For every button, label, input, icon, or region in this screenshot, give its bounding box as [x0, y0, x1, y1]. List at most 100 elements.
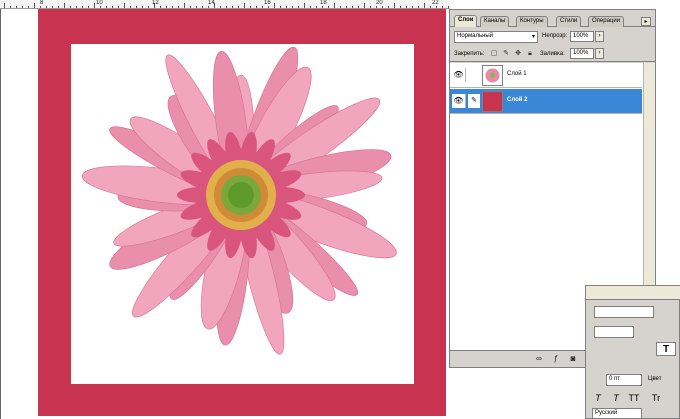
ruler-tick: [286, 6, 287, 8]
fill-input[interactable]: 100%: [570, 48, 594, 59]
faux-italic-button[interactable]: T: [610, 392, 622, 404]
tab-paths[interactable]: Контуры: [516, 16, 548, 27]
ruler-tick: [322, 6, 323, 8]
lock-brush-icon[interactable]: ✎: [502, 49, 510, 58]
tab-layers[interactable]: Слои: [454, 15, 478, 27]
ruler-tick: [64, 3, 65, 8]
ruler-tick: [280, 6, 281, 8]
font-field[interactable]: [594, 306, 654, 318]
ruler-tick: [358, 6, 359, 8]
language-select[interactable]: Русский: [592, 408, 642, 419]
ruler-tick: [418, 6, 419, 8]
lock-all-icon[interactable]: 🔒︎: [526, 49, 534, 58]
canvas-edge: [0, 9, 1, 419]
ruler-tick: [304, 3, 305, 8]
blend-mode-value: Нормальный: [457, 33, 494, 39]
tab-actions[interactable]: Операции: [588, 16, 625, 27]
lock-move-icon[interactable]: ✥: [514, 49, 522, 58]
ruler-tick: [250, 6, 251, 8]
ruler-tick: [46, 6, 47, 8]
text-tool-icon[interactable]: T: [656, 342, 676, 356]
chevron-down-icon: ▾: [531, 34, 535, 40]
ruler-tick: [118, 6, 119, 8]
character-panel-titlebar[interactable]: [586, 286, 680, 300]
panel-tabs: Слои Каналы Контуры Стили Операции ▸: [450, 10, 655, 27]
ruler-tick: [370, 6, 371, 8]
font-style-field[interactable]: [594, 326, 634, 338]
layer-thumbnail: [482, 65, 503, 86]
ruler-tick: [208, 6, 209, 8]
eye-icon[interactable]: 👁︎: [452, 94, 466, 108]
layer-thumbnail: [482, 91, 503, 112]
ruler-tick: [178, 6, 179, 8]
layer-name[interactable]: Слой 1: [507, 71, 527, 77]
ruler-tick: [340, 6, 341, 8]
tab-styles[interactable]: Стили: [556, 16, 582, 27]
faux-bold-button[interactable]: T: [592, 392, 604, 404]
link-slot[interactable]: [468, 68, 480, 82]
ruler-label: 8: [40, 0, 44, 6]
ruler-tick: [310, 6, 311, 8]
ruler-tick: [94, 3, 95, 8]
ruler-tick: [442, 6, 443, 8]
small-caps-button[interactable]: Tr: [650, 392, 662, 404]
ruler-tick: [40, 6, 41, 8]
lock-transparency-icon[interactable]: ▢: [490, 49, 498, 58]
ruler-tick: [244, 3, 245, 8]
ruler-tick: [88, 6, 89, 8]
color-label: Цвет: [648, 376, 662, 382]
eye-icon[interactable]: 👁︎: [452, 68, 466, 82]
ruler-tick: [394, 3, 395, 8]
ruler-tick: [106, 6, 107, 8]
ruler-tick: [52, 6, 53, 8]
layer-style-icon[interactable]: ƒ: [551, 354, 561, 364]
ruler-tick: [346, 6, 347, 8]
ruler-tick: [82, 6, 83, 8]
size-field[interactable]: 0 пт: [606, 374, 642, 386]
layer-row-2[interactable]: 👁︎ ✎ Слой 2: [450, 89, 642, 114]
opacity-arrow-icon[interactable]: ›: [595, 31, 604, 42]
mask-icon[interactable]: ◙: [568, 354, 578, 364]
ruler-tick: [424, 3, 425, 8]
ruler-tick: [28, 6, 29, 8]
ruler-tick: [262, 6, 263, 8]
ruler-tick: [448, 6, 449, 8]
tab-channels[interactable]: Каналы: [480, 16, 510, 27]
horizontal-ruler: 8 10 12 14 16 18 20 22: [0, 0, 450, 9]
ruler-tick: [148, 6, 149, 8]
layer-name[interactable]: Слой 2: [507, 97, 527, 103]
ruler-tick: [184, 3, 185, 8]
ruler-tick: [100, 6, 101, 8]
character-panel: T 0 пт Цвет T T TT Tr Русский: [585, 285, 680, 419]
fill-arrow-icon[interactable]: ›: [595, 48, 604, 59]
ruler-tick: [334, 3, 335, 8]
flower-image: [81, 46, 397, 355]
ruler-tick: [76, 6, 77, 8]
ruler-tick: [16, 6, 17, 8]
ruler-tick: [316, 6, 317, 8]
blend-mode-select[interactable]: Нормальный ▾: [454, 31, 538, 43]
brush-icon[interactable]: ✎: [468, 94, 480, 108]
ruler-tick: [124, 3, 125, 8]
ruler-tick: [436, 6, 437, 8]
panel-menu-icon[interactable]: ▸: [641, 17, 651, 26]
ruler-label: 14: [208, 0, 215, 6]
ruler-label: 12: [152, 0, 159, 6]
ruler-tick: [274, 3, 275, 8]
ruler-tick: [34, 3, 35, 8]
ruler-tick: [298, 6, 299, 8]
ruler-label: 10: [96, 0, 103, 6]
ruler-tick: [412, 6, 413, 8]
opacity-input[interactable]: 100%: [570, 31, 594, 42]
all-caps-button[interactable]: TT: [628, 392, 640, 404]
ruler-tick: [364, 3, 365, 8]
ruler-tick: [70, 6, 71, 8]
link-icon[interactable]: ∞: [534, 354, 544, 364]
ruler-tick: [238, 6, 239, 8]
document-image[interactable]: [71, 44, 414, 384]
layer-row-1[interactable]: 👁︎ Слой 1: [450, 63, 642, 88]
ruler-tick: [406, 6, 407, 8]
ruler-tick: [58, 6, 59, 8]
ruler-tick: [112, 6, 113, 8]
ruler-tick: [130, 6, 131, 8]
